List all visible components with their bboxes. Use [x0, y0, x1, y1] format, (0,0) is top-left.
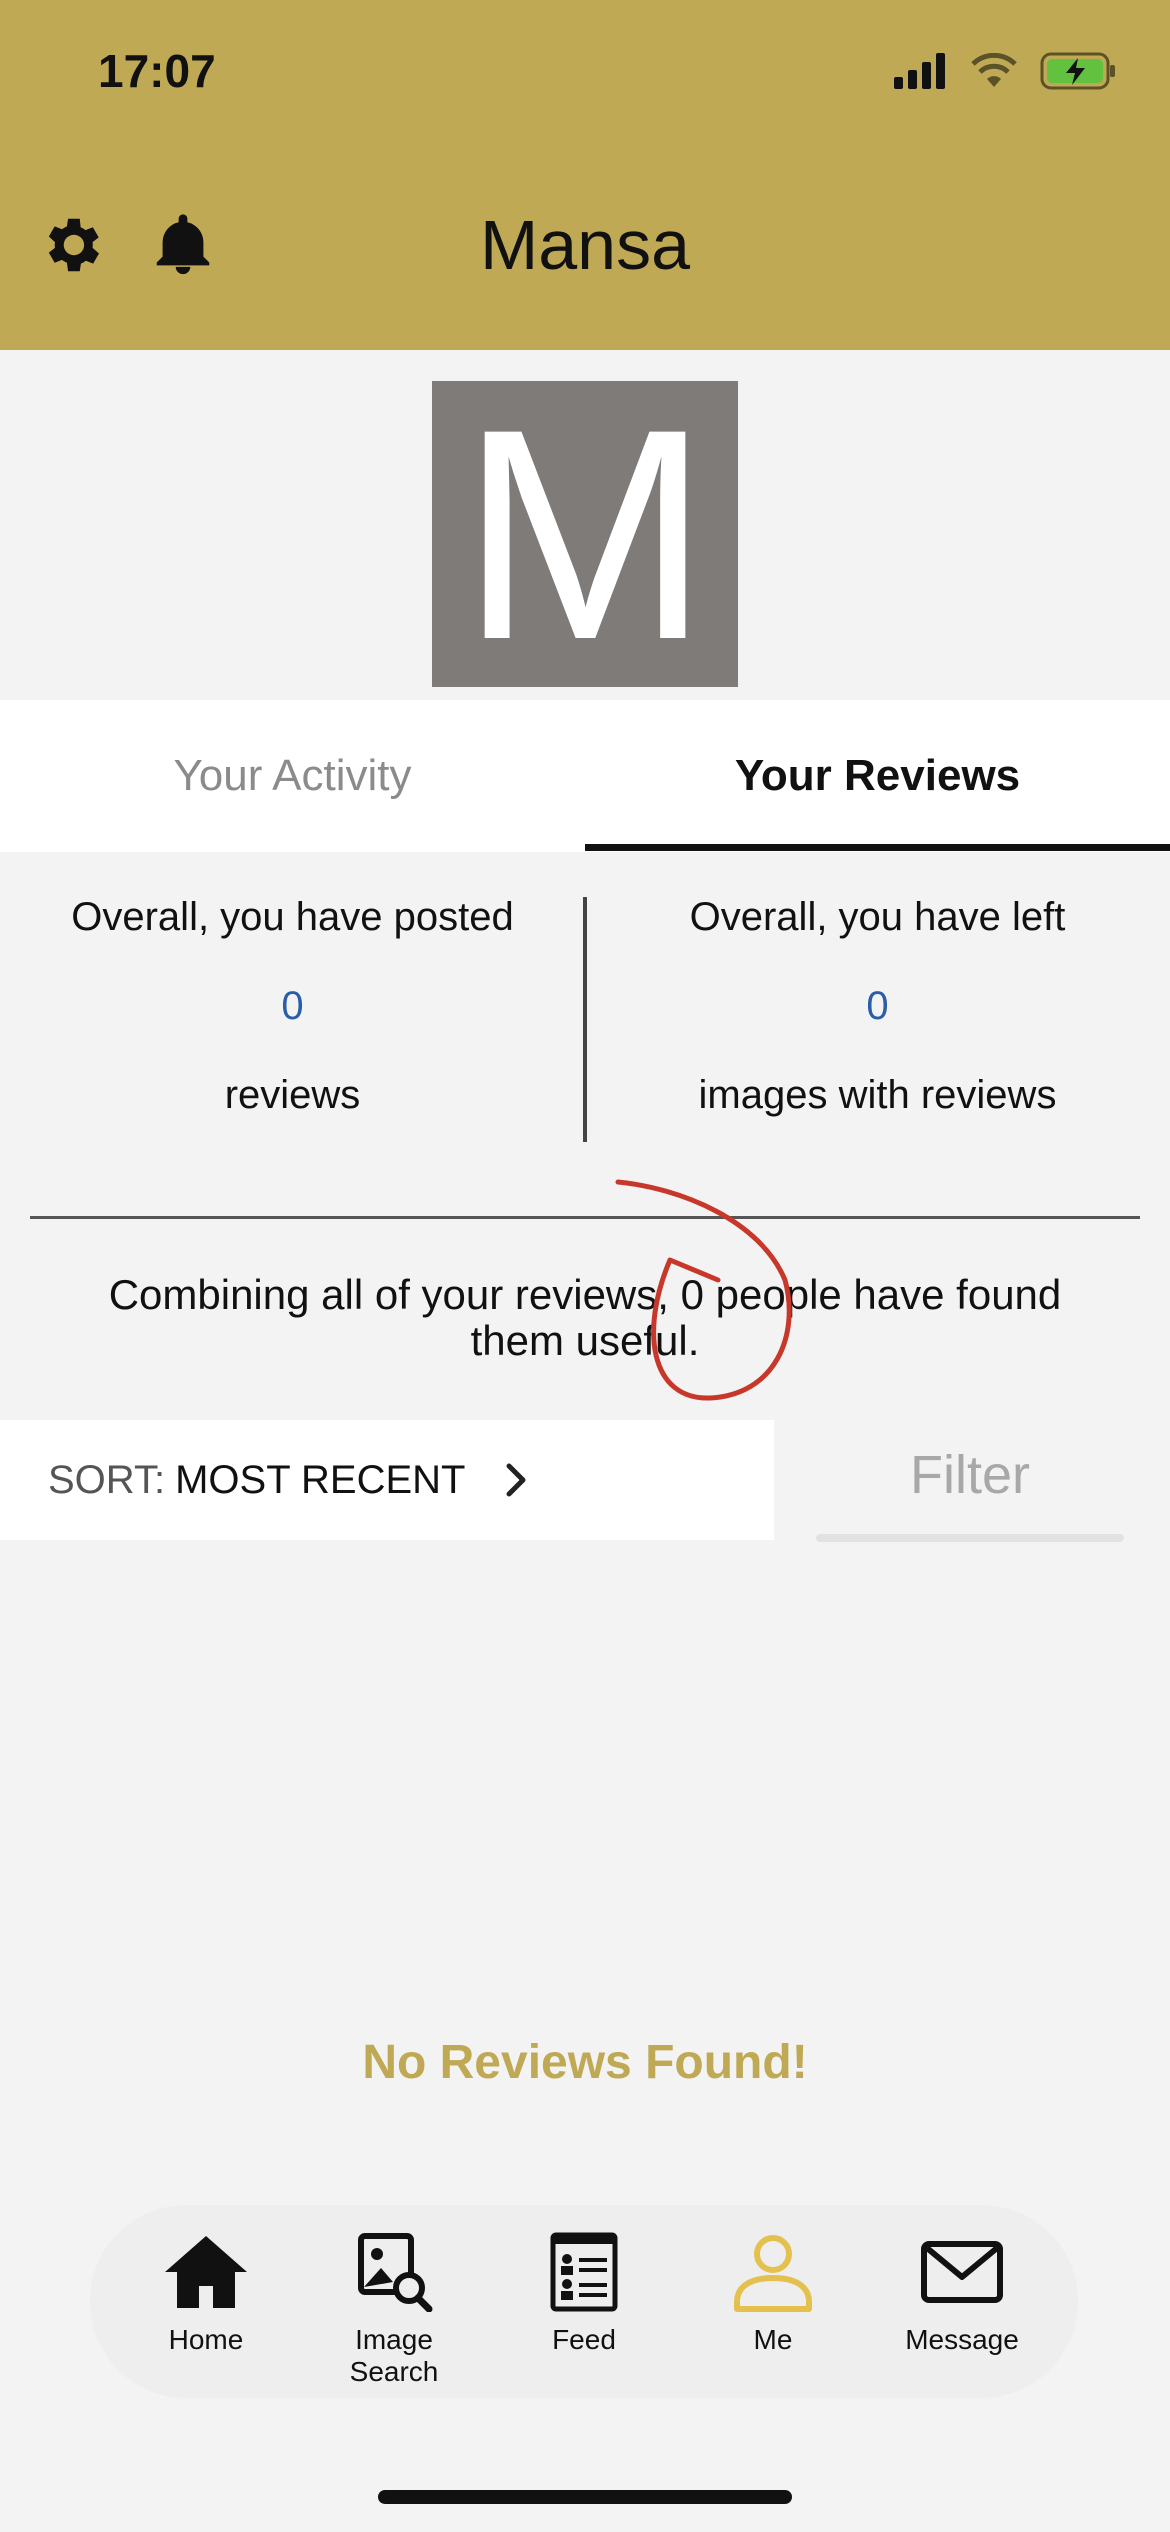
nav-label: Image Search — [349, 2324, 439, 2387]
active-tab-indicator — [585, 844, 1170, 851]
page-title: Mansa — [479, 206, 691, 284]
nav-item-feed[interactable]: Feed — [499, 2232, 669, 2382]
filter-button[interactable]: Filter — [816, 1420, 1124, 1530]
nav-label: Home — [168, 2324, 244, 2355]
nav-item-message[interactable]: Message — [877, 2232, 1047, 2382]
tab-your-activity[interactable]: Your Activity — [0, 700, 585, 852]
image-search-icon — [358, 2233, 433, 2312]
feed-icon — [550, 2232, 618, 2312]
avatar: M — [432, 381, 738, 687]
app-header: 17:07 Mansa — [0, 0, 1170, 350]
status-icons — [894, 52, 1118, 90]
stat-unit: images with reviews — [698, 1073, 1057, 1117]
stat-label: Overall, you have left — [689, 895, 1066, 939]
empty-state-message: No Reviews Found! — [362, 2036, 808, 2089]
sort-label: SORT: — [48, 1457, 166, 1502]
envelope-icon — [921, 2241, 1003, 2303]
section-divider — [30, 1216, 1140, 1219]
tab-your-reviews[interactable]: Your Reviews — [585, 700, 1170, 852]
sort-button[interactable]: SORT: MOST RECENT — [0, 1420, 774, 1540]
posted-reviews-stat: Overall, you have posted 0 reviews — [0, 895, 585, 1118]
usefulness-summary: Combining all of your reviews, 0 people … — [108, 1271, 1062, 1364]
wifi-icon — [971, 53, 1017, 87]
nav-label: Message — [905, 2324, 1019, 2355]
images-with-reviews-stat: Overall, you have left 0 images with rev… — [585, 895, 1170, 1118]
home-indicator — [378, 2490, 792, 2504]
nav-label: Feed — [552, 2324, 616, 2355]
sort-value: MOST RECENT — [175, 1457, 466, 1502]
tab-bar: Your Activity Your Reviews — [0, 700, 1170, 852]
reviews-page: 17:07 Mansa M Your Activity Your Reviews… — [0, 0, 1170, 2532]
nav-item-me[interactable]: Me — [688, 2232, 858, 2382]
stat-unit: reviews — [224, 1073, 361, 1117]
home-icon — [165, 2236, 247, 2308]
nav-item-image-search[interactable]: Image Search — [309, 2232, 479, 2387]
battery-charging-icon — [1040, 52, 1115, 90]
stat-value: 0 — [866, 984, 889, 1028]
stat-label: Overall, you have posted — [71, 895, 514, 939]
status-time: 17:07 — [98, 45, 216, 97]
chevron-right-icon — [506, 1463, 526, 1497]
filter-underline — [816, 1534, 1124, 1542]
person-icon — [734, 2235, 812, 2312]
stat-value: 0 — [281, 984, 304, 1028]
nav-item-home[interactable]: Home — [121, 2232, 291, 2382]
avatar-initial: M — [460, 366, 710, 702]
signal-icon — [894, 53, 945, 89]
nav-label: Me — [753, 2324, 793, 2355]
